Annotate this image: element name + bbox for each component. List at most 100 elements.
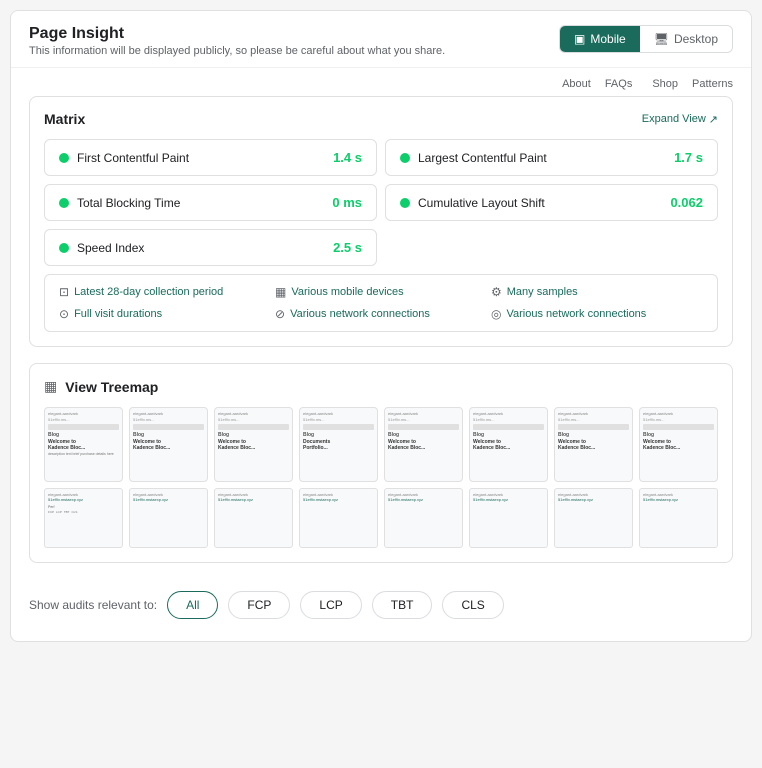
info-tag-network2: ◎ Various network connections <box>491 307 703 321</box>
network1-icon: ⊘ <box>275 307 285 321</box>
desktop-label: Desktop <box>674 32 718 46</box>
metric-si-name: Speed Index <box>77 241 144 255</box>
info-tag-samples: ⚙ Many samples <box>491 285 703 299</box>
info-tag-network2-label: Various network connections <box>506 308 646 320</box>
metrics-grid: First Contentful Paint 1.4 s Largest Con… <box>44 139 718 221</box>
desktop-button[interactable]: 🖥 Desktop <box>640 26 732 52</box>
info-tag-samples-label: Many samples <box>507 286 578 298</box>
info-tag-network1: ⊘ Various network connections <box>275 307 487 321</box>
treemap-thumb-6[interactable]: elegant-aardvark 51ef9v.ms... Blog Welco… <box>469 407 548 482</box>
treemap-bottom-thumb-2[interactable]: elegant-aardvark 51ef9v.mstaexp.xyz <box>129 488 208 548</box>
info-tag-visit: ⊙ Full visit durations <box>59 307 271 321</box>
desktop-icon: 🖥 <box>654 32 669 46</box>
filter-btn-lcp[interactable]: LCP <box>300 591 361 619</box>
treemap-thumbs-bottom: elegant-aardvark 51ef9v.mstaexp.xyz Perf… <box>44 488 718 548</box>
info-tag-visit-label: Full visit durations <box>74 308 162 320</box>
metric-si-dot <box>59 243 69 253</box>
info-tags-grid: ⊡ Latest 28-day collection period ▦ Vari… <box>59 285 703 321</box>
treemap-bottom-thumb-6[interactable]: elegant-aardvark 51ef9v.mstaexp.xyz <box>469 488 548 548</box>
expand-icon: ↗ <box>709 113 718 126</box>
metric-speed-index: Speed Index 2.5 s <box>44 229 377 266</box>
metric-cls-value: 0.062 <box>670 195 703 210</box>
treemap-thumb-5[interactable]: elegant-aardvark 51ef9v.ms... Blog Welco… <box>384 407 463 482</box>
speed-index-row: Speed Index 2.5 s <box>44 229 718 266</box>
metric-lcp-dot <box>400 153 410 163</box>
info-tag-28day-label: Latest 28-day collection period <box>74 286 223 298</box>
filter-btn-cls[interactable]: CLS <box>442 591 503 619</box>
metric-cls: Cumulative Layout Shift 0.062 <box>385 184 718 221</box>
metric-cls-left: Cumulative Layout Shift <box>400 196 545 210</box>
treemap-bottom-thumb-7[interactable]: elegant-aardvark 51ef9v.mstaexp.xyz <box>554 488 633 548</box>
main-content: About FAQs Shop Patterns Matrix Expand V… <box>11 68 751 641</box>
treemap-thumb-8[interactable]: elegant-aardvark 51ef9v.ms... Blog Welco… <box>639 407 718 482</box>
metric-fcp: First Contentful Paint 1.4 s <box>44 139 377 176</box>
metric-fcp-name: First Contentful Paint <box>77 151 189 165</box>
mobile-button[interactable]: ▣ Mobile <box>560 26 640 52</box>
visit-icon: ⊙ <box>59 307 69 321</box>
metric-tbt-left: Total Blocking Time <box>59 196 180 210</box>
header-left: Page Insight This information will be di… <box>29 25 445 57</box>
mini-nav-group-1: About FAQs <box>562 78 632 90</box>
expand-view-label: Expand View <box>642 113 706 125</box>
matrix-title: Matrix <box>44 111 85 127</box>
filter-label: Show audits relevant to: <box>29 598 157 612</box>
network2-icon: ◎ <box>491 307 501 321</box>
treemap-bottom-thumb-5[interactable]: elegant-aardvark 51ef9v.mstaexp.xyz <box>384 488 463 548</box>
mobile-icon: ▣ <box>574 32 585 46</box>
mini-nav-group-2: Shop Patterns <box>652 78 733 90</box>
treemap-bottom-thumb-1[interactable]: elegant-aardvark 51ef9v.mstaexp.xyz Perf… <box>44 488 123 548</box>
expand-view-button[interactable]: Expand View ↗ <box>642 113 718 126</box>
mobile-devices-icon: ▦ <box>275 285 286 299</box>
metric-lcp: Largest Contentful Paint 1.7 s <box>385 139 718 176</box>
info-tags: ⊡ Latest 28-day collection period ▦ Vari… <box>44 274 718 332</box>
metric-fcp-left: First Contentful Paint <box>59 151 189 165</box>
matrix-header: Matrix Expand View ↗ <box>44 111 718 127</box>
treemap-title: View Treemap <box>65 379 158 395</box>
metric-cls-dot <box>400 198 410 208</box>
header: Page Insight This information will be di… <box>11 11 751 68</box>
nav-about[interactable]: About <box>562 78 591 90</box>
treemap-bottom-thumb-3[interactable]: elegant-aardvark 51ef9v.mstaexp.xyz <box>214 488 293 548</box>
treemap-thumb-1[interactable]: elegant-aardvark 51ef9v.ms... Blog Welco… <box>44 407 123 482</box>
treemap-section: ▦ View Treemap elegant-aardvark 51ef9v.m… <box>29 363 733 563</box>
device-toggle: ▣ Mobile 🖥 Desktop <box>559 25 733 53</box>
matrix-section: Matrix Expand View ↗ First Contentful Pa… <box>29 96 733 347</box>
treemap-header: ▦ View Treemap <box>44 378 718 395</box>
treemap-thumb-3[interactable]: elegant-aardvark 51ef9v.ms... Blog Welco… <box>214 407 293 482</box>
info-tag-network1-label: Various network connections <box>290 308 430 320</box>
page-title: Page Insight <box>29 25 445 43</box>
nav-patterns[interactable]: Patterns <box>692 78 733 90</box>
treemap-icon: ▦ <box>44 378 57 395</box>
metric-si-value: 2.5 s <box>333 240 362 255</box>
metric-lcp-left: Largest Contentful Paint <box>400 151 547 165</box>
metric-tbt-dot <box>59 198 69 208</box>
mobile-label: Mobile <box>590 32 625 46</box>
nav-faqs[interactable]: FAQs <box>605 78 633 90</box>
mini-nav: About FAQs Shop Patterns <box>29 68 733 96</box>
metric-tbt-value: 0 ms <box>332 195 362 210</box>
filter-btn-all[interactable]: All <box>167 591 218 619</box>
metric-cls-name: Cumulative Layout Shift <box>418 196 545 210</box>
treemap-thumb-4[interactable]: elegant-aardvark 51ef9v.ms... Blog Docum… <box>299 407 378 482</box>
page-container: Page Insight This information will be di… <box>10 10 752 642</box>
metric-lcp-value: 1.7 s <box>674 150 703 165</box>
samples-icon: ⚙ <box>491 285 502 299</box>
filter-section: Show audits relevant to: All FCP LCP TBT… <box>29 579 733 623</box>
metric-si-left: Speed Index <box>59 241 144 255</box>
treemap-thumb-2[interactable]: elegant-aardvark 51ef9v.ms... Blog Welco… <box>129 407 208 482</box>
treemap-bottom-thumb-8[interactable]: elegant-aardvark 51ef9v.mstaexp.xyz <box>639 488 718 548</box>
info-tag-mobile-devices: ▦ Various mobile devices <box>275 285 487 299</box>
treemap-thumb-7[interactable]: elegant-aardvark 51ef9v.ms... Blog Welco… <box>554 407 633 482</box>
metric-fcp-dot <box>59 153 69 163</box>
filter-btn-fcp[interactable]: FCP <box>228 591 290 619</box>
header-subtitle: This information will be displayed publi… <box>29 45 445 57</box>
info-tag-mobile-label: Various mobile devices <box>291 286 403 298</box>
treemap-bottom-thumb-4[interactable]: elegant-aardvark 51ef9v.mstaexp.xyz <box>299 488 378 548</box>
info-tag-28day: ⊡ Latest 28-day collection period <box>59 285 271 299</box>
filter-btn-tbt[interactable]: TBT <box>372 591 433 619</box>
nav-shop[interactable]: Shop <box>652 78 678 90</box>
metric-tbt: Total Blocking Time 0 ms <box>44 184 377 221</box>
metric-lcp-name: Largest Contentful Paint <box>418 151 547 165</box>
treemap-thumbs-top: elegant-aardvark 51ef9v.ms... Blog Welco… <box>44 407 718 482</box>
metric-fcp-value: 1.4 s <box>333 150 362 165</box>
